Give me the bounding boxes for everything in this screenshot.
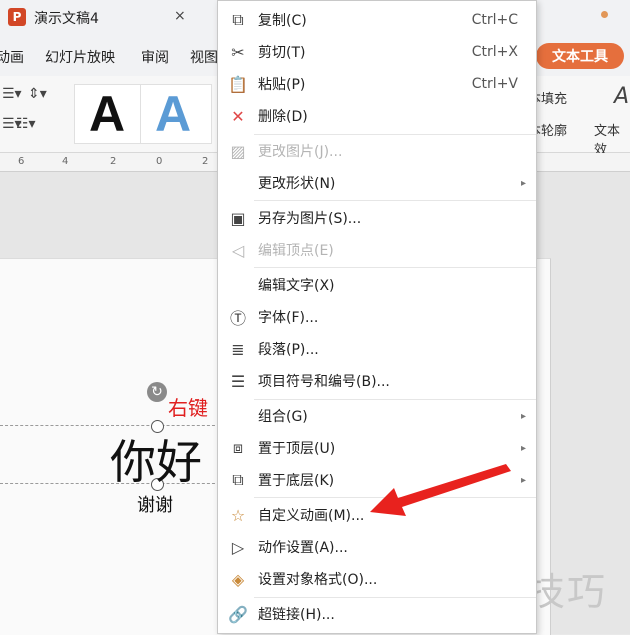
menu-item-label: 字体(F)...	[258, 310, 319, 326]
menu-item-label: 置于顶层(U)	[258, 441, 336, 457]
scissors-icon: ✂	[231, 42, 245, 62]
rotate-handle-icon[interactable]: ↻	[147, 382, 167, 402]
chevron-right-icon: ▸	[520, 410, 526, 422]
action-settings-icon: ▷	[231, 537, 245, 557]
menu-item-hyperlink[interactable]: 🔗 超链接(H)...	[218, 598, 536, 630]
document-tab-title[interactable]: 演示文稿4	[34, 8, 99, 28]
custom-animation-icon: ☆	[230, 505, 246, 525]
wordart-style-black[interactable]: A	[74, 84, 146, 144]
menu-item-label: 置于底层(K)	[258, 473, 335, 489]
save-as-picture-icon: ▣	[230, 208, 246, 228]
ruler-label: 2	[110, 156, 117, 167]
menu-separator	[254, 200, 536, 201]
wordart-style-blue[interactable]: A	[140, 84, 212, 144]
menu-item-shortcut: Ctrl+C	[471, 12, 518, 28]
menu-separator	[254, 267, 536, 268]
menu-item-shortcut: Ctrl+X	[471, 44, 518, 60]
text-effect-icon[interactable]: A	[614, 84, 629, 109]
menu-animation[interactable]: 动画	[0, 47, 24, 67]
menu-item-label: 项目符号和编号(B)...	[258, 374, 390, 390]
list-icon[interactable]: ☷▾	[16, 116, 36, 132]
menu-item-label: 段落(P)...	[258, 342, 319, 358]
menu-item-delete[interactable]: ✕ 删除(D)	[218, 100, 536, 132]
slide-subtitle-text[interactable]: 谢谢	[137, 491, 173, 517]
menu-item-copy[interactable]: ⧉ 复制(C) Ctrl+C	[218, 4, 536, 36]
align-icon[interactable]: ☰▾	[2, 86, 22, 102]
ruler-label: 0	[156, 156, 163, 167]
slide-title-text[interactable]: 你好	[110, 426, 202, 492]
menu-item-edit-text[interactable]: 编辑文字(X)	[218, 269, 536, 301]
line-spacing-icon[interactable]: ⇕▾	[28, 86, 47, 102]
copy-icon: ⧉	[232, 10, 244, 29]
menu-item-font[interactable]: Ⓣ 字体(F)...	[218, 301, 536, 333]
menu-item-label: 粘贴(P)	[258, 77, 306, 93]
paste-icon: 📋	[228, 74, 248, 94]
menu-item-label: 超链接(H)...	[258, 607, 335, 623]
menu-item-label: 编辑顶点(E)	[258, 243, 334, 259]
bring-to-front-icon: ⧈	[232, 438, 244, 457]
delete-icon: ✕	[231, 106, 245, 126]
tab-text-tools[interactable]: 文本工具	[536, 43, 624, 69]
menu-item-action-settings[interactable]: ▷ 动作设置(A)...	[218, 531, 536, 563]
menu-item-label: 组合(G)	[258, 409, 308, 425]
annotation-right-click: 右键	[168, 396, 208, 420]
menu-item-label: 另存为图片(S)...	[258, 211, 362, 227]
menu-item-format-object[interactable]: ◈ 设置对象格式(O)...	[218, 563, 536, 595]
send-to-back-icon: ⧉	[232, 470, 244, 489]
menu-item-change-shape[interactable]: 更改形状(N) ▸	[218, 167, 536, 199]
hyperlink-icon: 🔗	[228, 604, 248, 624]
chevron-right-icon: ▸	[520, 177, 526, 189]
menu-item-label: 剪切(T)	[258, 45, 306, 61]
menu-item-label: 设置对象格式(O)...	[258, 572, 378, 588]
context-menu: ⧉ 复制(C) Ctrl+C ✂ 剪切(T) Ctrl+X 📋 粘贴(P) Ct…	[217, 0, 537, 634]
bullets-icon: ☰	[230, 371, 246, 391]
paragraph-icon: ≣	[231, 339, 245, 359]
menu-item-paste[interactable]: 📋 粘贴(P) Ctrl+V	[218, 68, 536, 100]
menu-item-label: 更改形状(N)	[258, 176, 336, 192]
chevron-right-icon: ▸	[520, 474, 526, 486]
menu-item-label: 自定义动画(M)...	[258, 508, 365, 524]
menu-item-label: 动作设置(A)...	[258, 540, 348, 556]
menu-item-edit-points: ◁ 编辑顶点(E)	[218, 234, 536, 266]
notification-dot-icon	[601, 11, 608, 18]
chevron-right-icon: ▸	[520, 442, 526, 454]
menu-item-change-picture: ▨ 更改图片(J)...	[218, 135, 536, 167]
menu-item-bullets[interactable]: ☰ 项目符号和编号(B)...	[218, 365, 536, 397]
menu-item-paragraph[interactable]: ≣ 段落(P)...	[218, 333, 536, 365]
format-object-icon: ◈	[231, 569, 245, 589]
menu-slideshow[interactable]: 幻灯片放映	[45, 47, 115, 67]
edit-points-icon: ◁	[231, 240, 245, 260]
menu-item-label: 删除(D)	[258, 109, 308, 125]
app-logo-icon: P	[8, 8, 26, 26]
menu-item-group[interactable]: 组合(G) ▸	[218, 400, 536, 432]
annotation-arrow-icon	[370, 464, 511, 516]
change-picture-icon: ▨	[230, 141, 246, 161]
menu-item-label: 编辑文字(X)	[258, 278, 335, 294]
ruler-label: 4	[62, 156, 69, 167]
font-icon: Ⓣ	[229, 309, 246, 328]
menu-item-label: 更改图片(J)...	[258, 144, 343, 160]
close-tab-icon[interactable]: ×	[174, 8, 186, 24]
menu-item-label: 复制(C)	[258, 13, 307, 29]
menu-item-shortcut: Ctrl+V	[471, 76, 518, 92]
menu-review[interactable]: 审阅	[141, 47, 169, 67]
menu-view[interactable]: 视图	[190, 47, 218, 67]
ruler-label: 6	[18, 156, 25, 167]
menu-item-save-as-picture[interactable]: ▣ 另存为图片(S)...	[218, 202, 536, 234]
menu-item-cut[interactable]: ✂ 剪切(T) Ctrl+X	[218, 36, 536, 68]
ruler-label: 2	[202, 156, 209, 167]
